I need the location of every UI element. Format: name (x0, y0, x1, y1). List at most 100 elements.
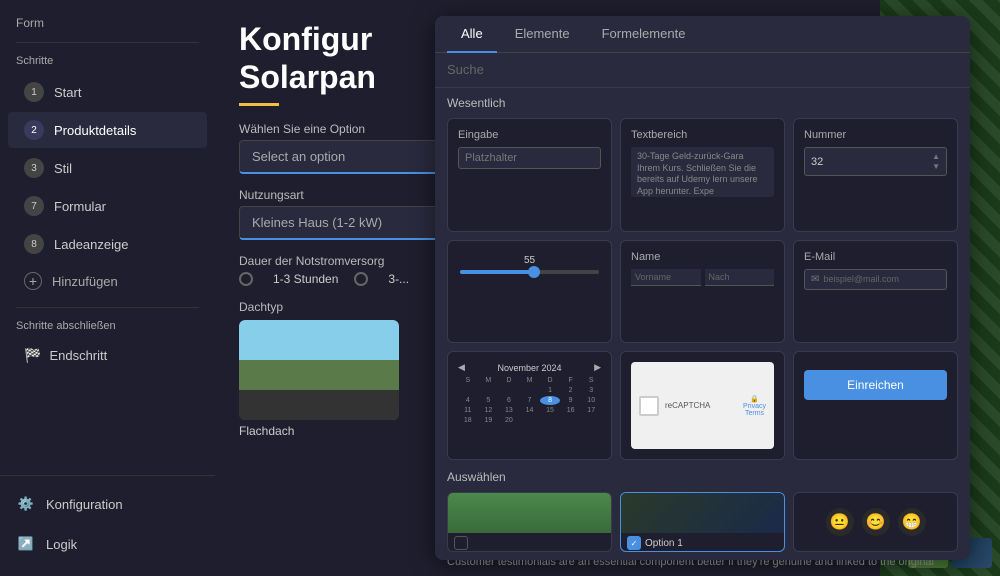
cal-day[interactable]: 6 (499, 396, 519, 405)
element-einreichen[interactable]: Einreichen (793, 351, 958, 460)
nutzungsart-select[interactable]: Kleines Haus (1-2 kW) (239, 206, 439, 240)
panel-scroll: Wesentlich Eingabe Platzhalter Textberei… (435, 88, 970, 560)
sky-image (448, 493, 611, 533)
cal-dow: M (479, 376, 499, 385)
recaptcha-logo: 🔒PrivacyTerms (743, 395, 766, 417)
selection-item-sky[interactable] (447, 492, 612, 552)
nummer-value: 32 (811, 156, 823, 168)
element-name[interactable]: Name Vorname Nach (620, 240, 785, 344)
cal-day[interactable]: 1 (540, 386, 560, 395)
plus-icon: + (24, 272, 42, 290)
sidebar-step-ladeanzeige[interactable]: 8 Ladeanzeige (8, 226, 207, 262)
textbereich-preview: 30-Tage Geld-zurück-Gara Ihrem Kurs. Sch… (631, 147, 774, 197)
step-label-start: Start (54, 85, 81, 100)
cal-day[interactable]: 9 (561, 396, 581, 405)
element-textbereich[interactable]: Textbereich 30-Tage Geld-zurück-Gara Ihr… (620, 118, 785, 232)
cal-day[interactable]: 14 (520, 406, 540, 415)
cal-prev[interactable]: ◀ (458, 362, 465, 373)
radio-icon-2 (354, 272, 368, 286)
textbereich-label: Textbereich (631, 129, 774, 141)
cal-day-selected[interactable]: 8 (540, 396, 560, 405)
cal-dow: D (540, 376, 560, 385)
cal-dow: M (520, 376, 540, 385)
step-num-2: 2 (24, 120, 44, 140)
cal-day[interactable]: 12 (479, 406, 499, 415)
tab-formelemente[interactable]: Formelemente (588, 16, 700, 53)
cal-day[interactable]: 4 (458, 396, 478, 405)
cal-next[interactable]: ▶ (594, 362, 601, 373)
element-slider[interactable]: 55 (447, 240, 612, 344)
cal-dow: F (561, 376, 581, 385)
emoji-happy: 😊 (862, 508, 890, 536)
elements-grid: Eingabe Platzhalter Textbereich 30-Tage … (435, 114, 970, 464)
first-name-field: Vorname (631, 269, 701, 286)
emoji-very-happy: 😁 (898, 508, 926, 536)
slider-container: 55 (458, 251, 601, 278)
step-num-1: 1 (24, 82, 44, 102)
emoji-neutral: 😐 (826, 508, 854, 536)
recaptcha-checkbox (639, 396, 659, 416)
form-label: Form (0, 12, 215, 38)
yellow-accent-line (239, 103, 279, 106)
dachtyp-image (239, 320, 399, 420)
option-select[interactable]: Select an option (239, 140, 439, 174)
cal-day[interactable]: 16 (561, 406, 581, 415)
cal-day[interactable]: 13 (499, 406, 519, 415)
sidebar-step-produktdetails[interactable]: 2 Produktdetails (8, 112, 207, 148)
cal-day[interactable] (499, 386, 519, 395)
search-input[interactable] (447, 62, 958, 77)
cal-day[interactable] (458, 386, 478, 395)
element-calendar[interactable]: ◀ November 2024 ▶ S M D M D F S (447, 351, 612, 460)
element-eingabe[interactable]: Eingabe Platzhalter (447, 118, 612, 232)
eingabe-label: Eingabe (458, 129, 601, 141)
tab-alle[interactable]: Alle (447, 16, 497, 53)
step-label-stil: Stil (54, 161, 72, 176)
envelope-icon: ✉ (811, 274, 819, 285)
element-recaptcha[interactable]: reCAPTCHA 🔒PrivacyTerms (620, 351, 785, 460)
sidebar-logik[interactable]: ↗️ Logik (0, 524, 215, 564)
radio-icon-1 (239, 272, 253, 286)
cal-day[interactable] (520, 386, 540, 395)
cal-day[interactable] (479, 386, 499, 395)
sidebar-step-endschritt[interactable]: 🏁 Endschritt (8, 339, 207, 372)
cal-day[interactable]: 3 (581, 386, 601, 395)
flag-icon: 🏁 (24, 347, 41, 364)
sidebar-step-formular[interactable]: 7 Formular (8, 188, 207, 224)
cal-month: November 2024 (497, 363, 561, 373)
cal-day[interactable]: 18 (458, 416, 478, 425)
step-label-produktdetails: Produktdetails (54, 123, 136, 138)
step-label-end: Endschritt (49, 348, 107, 363)
overlay-panel: Alle Elemente Formelemente Wesentlich Ei… (435, 16, 970, 560)
cal-day[interactable]: 11 (458, 406, 478, 415)
cal-day[interactable]: 19 (479, 416, 499, 425)
cal-day[interactable]: 17 (581, 406, 601, 415)
option1-label-area: ✓ Option 1 (621, 533, 784, 552)
cal-day[interactable]: 10 (581, 396, 601, 405)
sky-label-area (448, 533, 611, 552)
tab-elemente[interactable]: Elemente (501, 16, 584, 53)
cal-day[interactable]: 2 (561, 386, 581, 395)
auswahlen-label: Auswählen (435, 464, 970, 488)
option1-label: Option 1 (645, 538, 683, 549)
sidebar-step-stil[interactable]: 3 Stil (8, 150, 207, 186)
selection-item-emoji[interactable]: 😐 😊 😁 (793, 492, 958, 552)
add-step-button[interactable]: + Hinzufügen (8, 264, 207, 298)
last-name-field: Nach (705, 269, 775, 286)
cal-day[interactable]: 5 (479, 396, 499, 405)
element-nummer[interactable]: Nummer 32 ▲▼ (793, 118, 958, 232)
nutzungsart-value: Kleines Haus (1-2 kW) (252, 215, 382, 230)
cal-day[interactable]: 15 (540, 406, 560, 415)
sidebar-step-start[interactable]: 1 Start (8, 74, 207, 110)
sidebar-konfiguration[interactable]: ⚙️ Konfiguration (0, 484, 215, 524)
gear-icon: ⚙️ (16, 494, 36, 514)
nummer-preview: 32 ▲▼ (804, 147, 947, 176)
recaptcha-preview: reCAPTCHA 🔒PrivacyTerms (631, 362, 774, 449)
cal-grid: S M D M D F S 1 2 (458, 376, 601, 425)
selection-item-option1[interactable]: ✓ Option 1 (620, 492, 785, 552)
option1-visual (621, 493, 784, 533)
element-email[interactable]: E-Mail ✉ beispiel@mail.com (793, 240, 958, 344)
einreichen-button-preview: Einreichen (804, 370, 947, 400)
cal-day[interactable]: 7 (520, 396, 540, 405)
recaptcha-label: reCAPTCHA (665, 401, 737, 410)
cal-day[interactable]: 20 (499, 416, 519, 425)
